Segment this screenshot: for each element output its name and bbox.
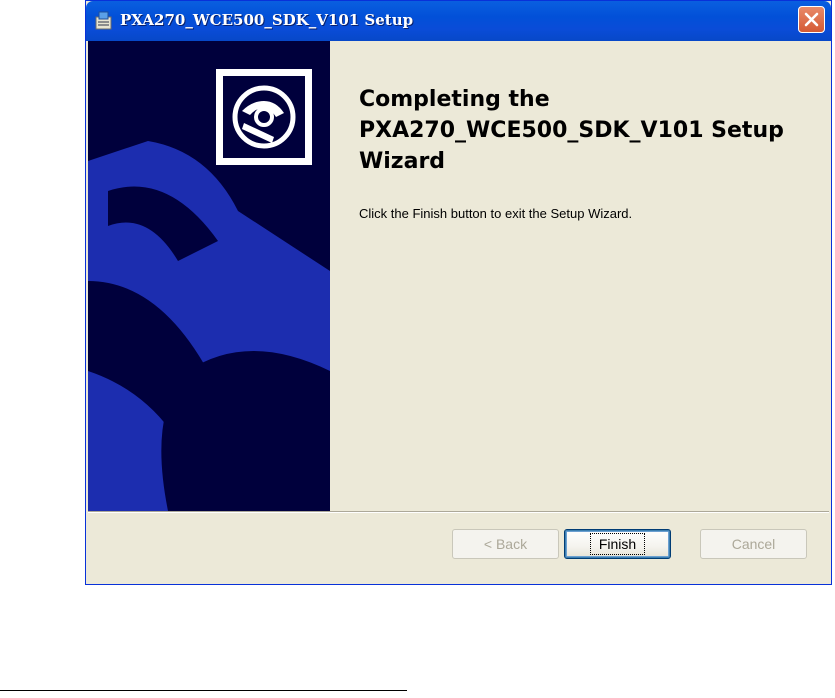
cd-disc-icon: [230, 83, 298, 156]
setup-window: PXA270_WCE500_SDK_V101 Setup Completing …: [85, 0, 832, 585]
wizard-content: Completing the PXA270_WCE500_SDK_V101 Se…: [330, 41, 829, 511]
finish-button[interactable]: Finish: [564, 529, 671, 559]
wizard-heading: Completing the PXA270_WCE500_SDK_V101 Se…: [359, 87, 784, 174]
footnote-rule: [0, 690, 407, 691]
wizard-message: Click the Finish button to exit the Setu…: [359, 206, 633, 221]
finish-button-label: Finish: [589, 533, 646, 555]
title-bar[interactable]: PXA270_WCE500_SDK_V101 Setup: [86, 1, 831, 41]
cancel-button[interactable]: Cancel: [700, 529, 807, 559]
window-title: PXA270_WCE500_SDK_V101 Setup: [120, 11, 414, 29]
wizard-banner: [88, 41, 330, 511]
installer-icon: [93, 9, 115, 31]
footer-divider: [88, 511, 829, 513]
back-button[interactable]: < Back: [452, 529, 559, 559]
close-button[interactable]: [798, 6, 825, 33]
